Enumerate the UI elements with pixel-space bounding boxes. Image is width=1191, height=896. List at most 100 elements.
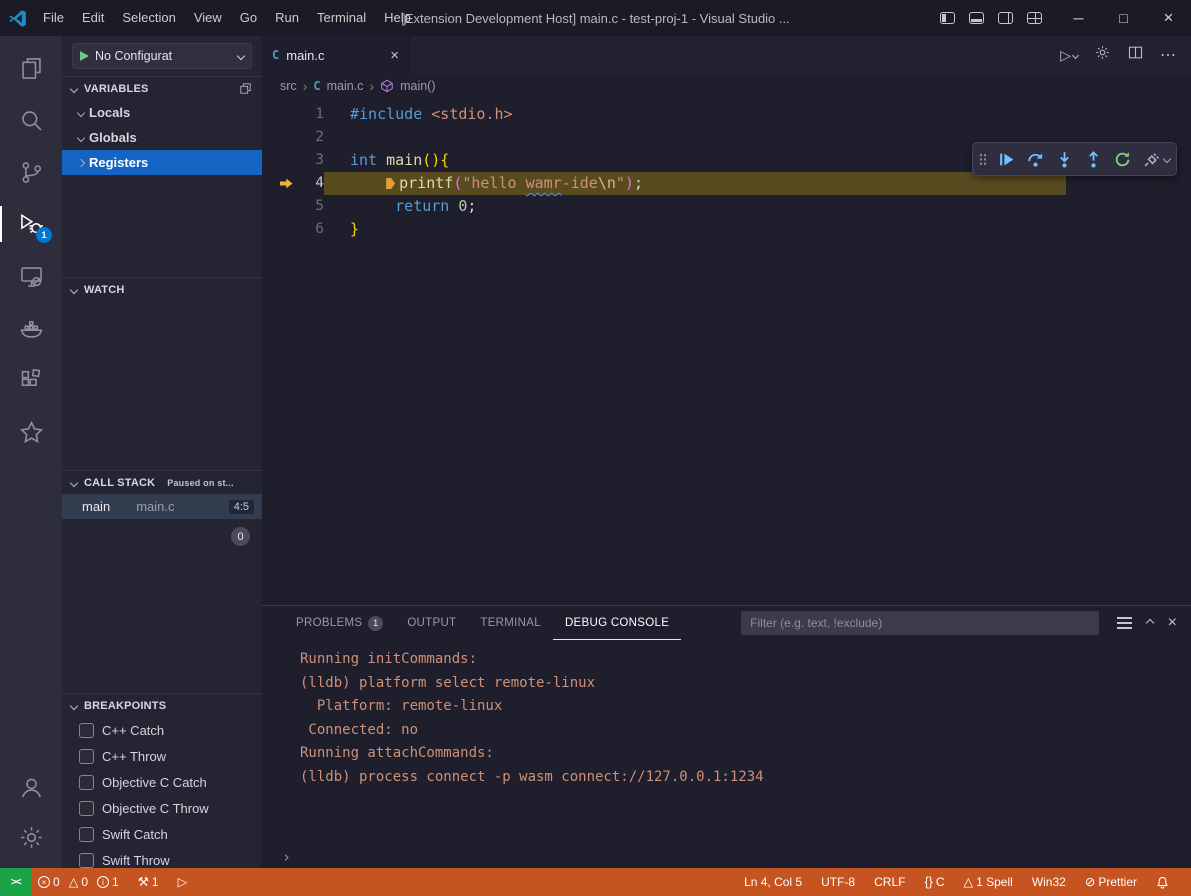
- info-icon: i: [97, 876, 109, 888]
- variables-scope-locals[interactable]: Locals: [62, 100, 262, 125]
- breakpoint-label: Swift Catch: [102, 827, 168, 842]
- filter-icon[interactable]: [1117, 622, 1132, 624]
- close-panel-icon[interactable]: ×: [1168, 614, 1177, 632]
- split-editor-icon[interactable]: [1127, 44, 1144, 66]
- breakpoint-item[interactable]: Swift Catch: [62, 821, 262, 847]
- panel-tab-output[interactable]: OUTPUT: [395, 606, 468, 640]
- menu-edit[interactable]: Edit: [73, 5, 113, 31]
- breakpoints-header[interactable]: BREAKPOINTS: [62, 693, 262, 717]
- bell-icon: [1156, 876, 1169, 889]
- step-out-icon[interactable]: [1080, 145, 1107, 173]
- status-text: CRLF: [874, 875, 905, 889]
- tab-main-c[interactable]: C main.c ×: [262, 36, 410, 74]
- breakpoint-item[interactable]: Swift Throw: [62, 847, 262, 868]
- customize-layout-icon[interactable]: [1027, 12, 1042, 24]
- breakpoint-item[interactable]: C++ Catch: [62, 717, 262, 743]
- breakpoint-item[interactable]: Objective C Throw: [62, 795, 262, 821]
- breakpoint-item[interactable]: Objective C Catch: [62, 769, 262, 795]
- remote-indicator[interactable]: ><: [0, 868, 31, 896]
- menu-file[interactable]: File: [34, 5, 73, 31]
- panel-tab-problems[interactable]: PROBLEMS1: [284, 606, 395, 640]
- status-language-mode[interactable]: {}C: [917, 868, 956, 896]
- drag-grip-icon[interactable]: [979, 153, 987, 166]
- breakpoint-checkbox[interactable]: [79, 853, 94, 868]
- close-tab-icon[interactable]: ×: [390, 47, 399, 64]
- menu-selection[interactable]: Selection: [113, 5, 184, 31]
- maximize-panel-icon[interactable]: [1145, 619, 1153, 627]
- continue-icon[interactable]: [993, 145, 1020, 173]
- status-problems[interactable]: ×0△0i1: [31, 868, 131, 896]
- breadcrumb-file[interactable]: main.c: [327, 79, 364, 93]
- menu-view[interactable]: View: [185, 5, 231, 31]
- breakpoint-checkbox[interactable]: [79, 827, 94, 842]
- panel-tab-terminal[interactable]: TERMINAL: [468, 606, 553, 640]
- status-prettier[interactable]: ⊘Prettier: [1078, 868, 1149, 896]
- step-over-icon[interactable]: [1022, 145, 1049, 173]
- status-platform[interactable]: Win32: [1025, 868, 1078, 896]
- menu-help[interactable]: Help: [375, 5, 420, 31]
- code-editor[interactable]: 1#include <stdio.h>23int main(){4 printf…: [262, 98, 1191, 605]
- gear-icon[interactable]: [1094, 44, 1111, 66]
- breakpoint-checkbox[interactable]: [79, 775, 94, 790]
- run-file-icon[interactable]: ▷: [1060, 47, 1078, 64]
- status-spell-checker[interactable]: △1 Spell: [956, 868, 1024, 896]
- status-encoding[interactable]: UTF-8: [814, 868, 867, 896]
- debug-console-output[interactable]: Running initCommands:(lldb) platform sel…: [262, 640, 1191, 846]
- code-line-5[interactable]: 5 return 0;: [262, 195, 1191, 218]
- run-and-debug-icon[interactable]: 1: [0, 198, 62, 250]
- start-debug-icon[interactable]: [80, 51, 89, 61]
- call-stack-frame[interactable]: main main.c 4:5: [62, 494, 262, 519]
- debug-config-dropdown[interactable]: No Configurat: [72, 43, 252, 69]
- close-window-button[interactable]: ×: [1146, 0, 1191, 36]
- code-line-1[interactable]: 1#include <stdio.h>: [262, 103, 1191, 126]
- menu-terminal[interactable]: Terminal: [308, 5, 375, 31]
- variables-scope-registers[interactable]: Registers: [62, 150, 262, 175]
- toggle-panel-icon[interactable]: [969, 12, 984, 24]
- inline-breakpoint-icon[interactable]: [386, 178, 395, 189]
- variables-header[interactable]: VARIABLES: [62, 76, 262, 100]
- disconnect-icon[interactable]: [1138, 145, 1165, 173]
- settings-gear-icon[interactable]: [0, 812, 62, 862]
- restart-icon[interactable]: [1109, 145, 1136, 173]
- wamr-ide-star-icon[interactable]: [0, 406, 62, 458]
- breadcrumb-folder[interactable]: src: [280, 79, 297, 93]
- line-number: 1: [298, 103, 324, 126]
- extensions-icon[interactable]: [0, 354, 62, 406]
- variables-scope-globals[interactable]: Globals: [62, 125, 262, 150]
- status-debug-status[interactable]: ▷: [171, 868, 200, 896]
- more-actions-icon[interactable]: ⋯: [1160, 45, 1177, 65]
- breakpoint-checkbox[interactable]: [79, 801, 94, 816]
- remote-explorer-icon[interactable]: [0, 250, 62, 302]
- explorer-icon[interactable]: [0, 42, 62, 94]
- paused-status: Paused on st...: [167, 478, 234, 488]
- toggle-sidebar-icon[interactable]: [940, 12, 955, 24]
- call-stack-header[interactable]: CALL STACK Paused on st...: [62, 470, 262, 494]
- breakpoint-checkbox[interactable]: [79, 723, 94, 738]
- status-cursor-position[interactable]: Ln 4, Col 5: [737, 868, 814, 896]
- gutter-glyph: [274, 178, 298, 189]
- toggle-secondary-sidebar-icon[interactable]: [998, 12, 1013, 24]
- step-into-icon[interactable]: [1051, 145, 1078, 173]
- status-eol[interactable]: CRLF: [867, 868, 917, 896]
- vscode-logo-icon: [0, 9, 34, 28]
- problems-count-badge: 1: [368, 616, 383, 631]
- console-filter-input[interactable]: [741, 611, 1099, 635]
- source-control-icon[interactable]: [0, 146, 62, 198]
- maximize-button[interactable]: □: [1101, 0, 1146, 36]
- breadcrumb-symbol[interactable]: main(): [400, 79, 435, 93]
- status-notifications[interactable]: [1149, 868, 1181, 896]
- sections-icon[interactable]: [238, 81, 253, 96]
- menu-run[interactable]: Run: [266, 5, 308, 31]
- console-input-prompt[interactable]: ›: [262, 846, 1191, 868]
- status-toolchain[interactable]: ⚒1: [131, 868, 171, 896]
- breakpoint-checkbox[interactable]: [79, 749, 94, 764]
- minimize-button[interactable]: ─: [1056, 0, 1101, 36]
- watch-header[interactable]: WATCH: [62, 277, 262, 301]
- panel-tab-debug-console[interactable]: DEBUG CONSOLE: [553, 606, 681, 640]
- menu-go[interactable]: Go: [231, 5, 266, 31]
- accounts-icon[interactable]: [0, 762, 62, 812]
- breakpoint-item[interactable]: C++ Throw: [62, 743, 262, 769]
- docker-icon[interactable]: [0, 302, 62, 354]
- search-icon[interactable]: [0, 94, 62, 146]
- code-line-6[interactable]: 6}: [262, 218, 1191, 241]
